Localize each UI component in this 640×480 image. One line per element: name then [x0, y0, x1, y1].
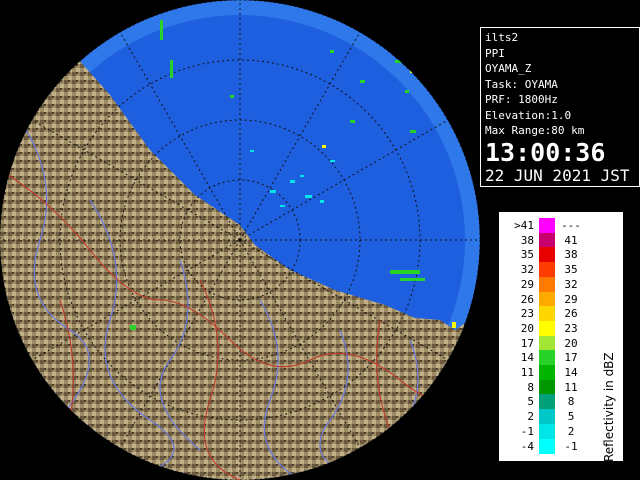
scale-swatch	[539, 291, 555, 307]
radar-map-svg	[0, 0, 480, 480]
scale-upper-bound: 35	[564, 263, 578, 277]
scale-upper-bound: 20	[564, 336, 578, 350]
scale-lower-bound: -1	[520, 424, 534, 438]
scan-mode: PPI	[485, 46, 505, 60]
scale-swatch	[539, 335, 555, 351]
scale-unit-label: Reflectivity in dBZ	[602, 352, 616, 462]
scale-lower-bound: 29	[520, 277, 534, 291]
scale-upper-bound: 17	[564, 351, 578, 365]
scale-swatch	[539, 247, 555, 263]
scale-upper-bound: 23	[564, 321, 578, 335]
scale-lower-bound: 2	[527, 410, 534, 424]
scale-upper-bound: 5	[567, 410, 575, 424]
scale-swatch	[539, 276, 555, 292]
scale-lower-bound: 23	[520, 307, 534, 321]
scale-upper-bound: 38	[564, 248, 578, 262]
observation-time: 13:00:36	[485, 137, 606, 167]
scale-lower-bound: 8	[527, 380, 534, 394]
scale-upper-bound: 41	[564, 233, 578, 247]
scale-swatch	[539, 218, 555, 234]
scale-swatch	[539, 262, 555, 278]
observation-date: 22 JUN 2021 JST	[485, 165, 630, 185]
scale-lower-bound: 17	[520, 336, 534, 350]
scale-lower-bound: 11	[520, 366, 534, 379]
scale-swatch	[539, 394, 555, 410]
scale-swatch	[539, 232, 555, 248]
task-name: Task: OYAMA	[485, 77, 558, 91]
info-panel: ilts2 PPI OYAMA_Z Task: OYAMA PRF: 1800H…	[480, 27, 640, 187]
scale-upper-bound: 32	[564, 277, 578, 291]
scale-upper-bound: 26	[564, 307, 578, 321]
scale-lower-bound: 32	[520, 263, 534, 277]
scale-swatch	[539, 379, 555, 395]
scale-upper-bound: 14	[564, 366, 578, 379]
scale-lower-bound: -4	[520, 439, 534, 453]
scale-swatch	[539, 438, 555, 454]
scale-swatch	[539, 306, 555, 322]
scale-swatch	[539, 350, 555, 366]
scale-upper-bound: -1	[564, 439, 578, 453]
scale-swatch	[539, 365, 555, 381]
config-name: ilts2	[485, 31, 519, 44]
scale-lower-bound: >41	[514, 219, 534, 232]
product-name: OYAMA_Z	[485, 62, 532, 75]
scale-upper-bound: 8	[567, 395, 575, 409]
scale-swatch	[539, 409, 555, 425]
prf-value: PRF: 1800Hz	[485, 93, 558, 106]
scale-upper-bound: 29	[564, 292, 578, 306]
color-scale-legend: >41 --- 38 41 35 38 32 35 29 32 26 29 23 26 20 23 17 20 14…	[498, 211, 624, 462]
scale-lower-bound: 5	[527, 395, 534, 409]
scale-upper-bound: 11	[564, 380, 578, 394]
max-range-value: Max Range:80 km	[485, 124, 585, 137]
scale-lower-bound: 20	[520, 321, 534, 335]
scale-lower-bound: 26	[520, 292, 534, 306]
elevation-value: Elevation:1.0	[485, 108, 572, 122]
scale-upper-bound: ---	[561, 219, 581, 232]
scale-swatch	[539, 320, 555, 337]
scale-swatch	[539, 423, 555, 439]
scale-lower-bound: 14	[520, 351, 534, 365]
scale-lower-bound: 38	[520, 233, 534, 247]
scale-lower-bound: 35	[520, 248, 534, 262]
scale-upper-bound: 2	[567, 424, 575, 438]
radar-ppi-map	[0, 0, 480, 480]
